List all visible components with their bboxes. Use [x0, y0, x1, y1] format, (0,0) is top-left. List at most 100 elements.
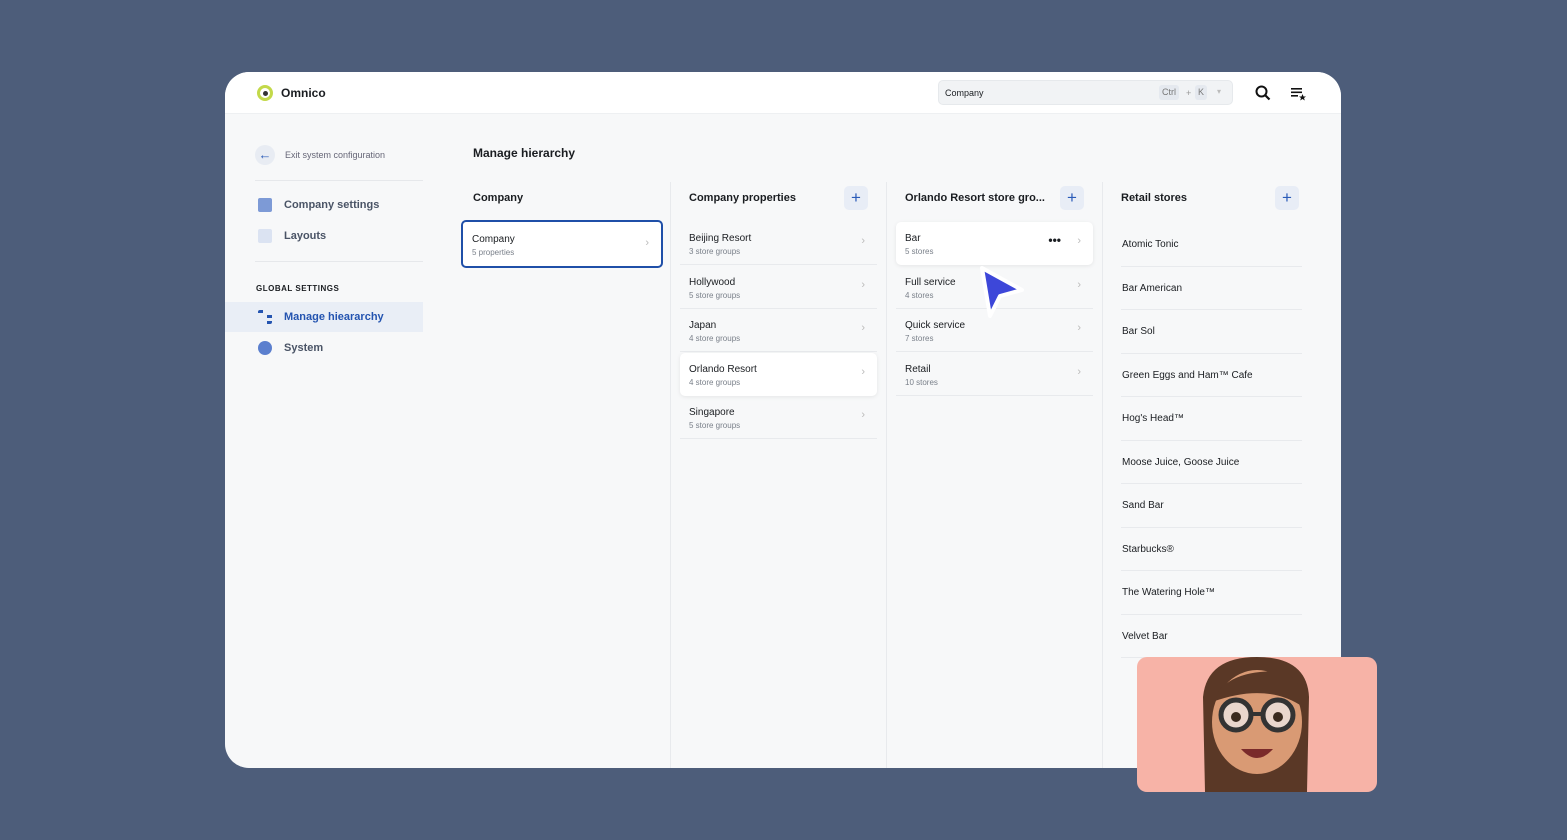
store-item[interactable]: Bar American	[1121, 267, 1302, 310]
exit-config-button[interactable]: ← Exit system configuration	[255, 142, 455, 168]
item-sub: 4 store groups	[689, 377, 741, 387]
store-item[interactable]: The Watering Hole™	[1121, 571, 1302, 615]
store-name: Velvet Bar	[1122, 630, 1168, 642]
kbd-ctrl: Ctrl	[1159, 85, 1179, 100]
item-name: Retail	[905, 363, 931, 375]
store-name: Bar Sol	[1122, 326, 1155, 337]
item-name: Company	[472, 234, 515, 245]
column-title: Company properties	[689, 192, 796, 204]
chevron-down-icon[interactable]: ▾	[1217, 87, 1221, 96]
column-divider	[670, 182, 671, 768]
nav-label: System	[284, 342, 324, 354]
chevron-right-icon: ›	[1077, 235, 1081, 247]
sidebar-item-layouts[interactable]: Layouts	[225, 221, 423, 251]
list-item[interactable]: Singapore 5 store groups ›	[680, 396, 877, 439]
store-item[interactable]: Green Eggs and Ham™ Cafe	[1121, 354, 1302, 397]
store-item[interactable]: Hog's Head™	[1121, 397, 1302, 441]
search-input[interactable]: Company Ctrl + K ▾	[938, 80, 1233, 105]
omnico-logo-icon	[257, 85, 273, 101]
column-divider	[886, 182, 887, 768]
item-name: Orlando Resort	[689, 363, 757, 375]
add-store-button[interactable]: +	[1275, 186, 1299, 210]
column-title: Orlando Resort store gro...	[905, 192, 1045, 204]
column-divider	[1102, 182, 1103, 768]
favorites-list-icon[interactable]	[1289, 84, 1307, 102]
brand-name: Omnico	[281, 86, 326, 100]
store-item[interactable]: Sand Bar	[1121, 484, 1302, 528]
grid-icon	[258, 229, 272, 243]
chevron-right-icon: ›	[861, 322, 865, 334]
store-name: Green Eggs and Ham™ Cafe	[1122, 369, 1253, 381]
nav-label: Manage hieararchy	[284, 311, 384, 323]
sidebar-item-system[interactable]: System	[225, 333, 423, 363]
store-name: Starbucks®	[1122, 543, 1174, 555]
search-icon[interactable]	[1254, 84, 1272, 102]
item-sub: 5 properties	[472, 248, 515, 257]
pointer-cursor-icon	[980, 266, 1024, 318]
gear-icon	[258, 341, 272, 355]
item-sub: 4 stores	[905, 290, 934, 300]
item-sub: 5 store groups	[689, 290, 741, 300]
webcam-avatar	[1137, 657, 1377, 792]
item-sub: 5 store groups	[689, 421, 741, 430]
store-name: The Watering Hole™	[1122, 587, 1215, 598]
search-value: Company	[945, 88, 984, 98]
list-item[interactable]: Beijing Resort 3 store groups ›	[680, 222, 877, 265]
chevron-right-icon: ›	[861, 365, 865, 378]
chevron-right-icon: ›	[861, 235, 865, 247]
chevron-right-icon: ›	[645, 237, 649, 249]
item-sub: 5 stores	[905, 247, 934, 256]
store-name: Atomic Tonic	[1122, 239, 1179, 250]
store-name: Bar American	[1122, 282, 1183, 294]
store-item[interactable]: Bar Sol	[1121, 310, 1302, 354]
list-item[interactable]: Company 5 properties ›	[461, 220, 663, 268]
page-title: Manage hierarchy	[473, 146, 576, 160]
arrow-left-icon: ←	[255, 145, 275, 165]
hierarchy-icon	[258, 310, 272, 324]
store-item[interactable]: Velvet Bar	[1121, 615, 1302, 658]
chevron-right-icon: ›	[861, 409, 865, 421]
list-item[interactable]: Retail 10 stores ›	[896, 353, 1093, 396]
chevron-right-icon: ›	[861, 278, 865, 291]
divider	[255, 261, 423, 262]
store-item[interactable]: Atomic Tonic	[1121, 223, 1302, 267]
kbd-k: K	[1195, 85, 1208, 100]
item-sub: 7 stores	[905, 334, 934, 343]
item-name: Singapore	[689, 407, 735, 418]
store-item[interactable]: Moose Juice, Goose Juice	[1121, 441, 1302, 484]
nav-label: Layouts	[284, 230, 327, 242]
chevron-right-icon: ›	[1077, 278, 1081, 291]
item-name: Hollywood	[689, 276, 736, 288]
item-name: Bar	[905, 233, 921, 244]
item-sub: 4 store groups	[689, 334, 741, 343]
list-item[interactable]: Bar 5 stores ••• ›	[896, 222, 1093, 265]
item-sub: 3 store groups	[689, 247, 741, 256]
avatar	[1203, 657, 1309, 792]
nav-label: Company settings	[284, 199, 380, 211]
list-item[interactable]: Orlando Resort 4 store groups ›	[680, 352, 877, 396]
item-name: Full service	[905, 276, 956, 288]
sidebar-item-manage-hierarchy[interactable]: Manage hieararchy	[225, 302, 423, 332]
top-bar: Omnico Company Ctrl + K ▾	[225, 72, 1341, 114]
item-name: Japan	[689, 320, 717, 331]
chevron-right-icon: ›	[1077, 322, 1081, 334]
store-name: Sand Bar	[1122, 500, 1164, 511]
item-sub: 10 stores	[905, 377, 938, 387]
store-name: Hog's Head™	[1122, 413, 1184, 424]
list-item[interactable]: Japan 4 store groups ›	[680, 309, 877, 352]
store-name: Moose Juice, Goose Juice	[1122, 456, 1240, 468]
chevron-right-icon: ›	[1077, 365, 1081, 378]
section-heading: GLOBAL SETTINGS	[256, 284, 340, 293]
add-store-group-button[interactable]: +	[1060, 186, 1084, 210]
more-options-icon[interactable]: •••	[1048, 233, 1061, 247]
column-title: Retail stores	[1121, 192, 1188, 204]
building-icon	[258, 198, 272, 212]
sidebar-item-company-settings[interactable]: Company settings	[225, 190, 423, 220]
add-property-button[interactable]: +	[844, 186, 868, 210]
item-name: Quick service	[905, 320, 966, 331]
list-item[interactable]: Hollywood 5 store groups ›	[680, 266, 877, 309]
exit-label: Exit system configuration	[285, 150, 386, 160]
kbd-plus: +	[1186, 88, 1192, 98]
column-title: Company	[473, 192, 524, 204]
store-item[interactable]: Starbucks®	[1121, 528, 1302, 571]
